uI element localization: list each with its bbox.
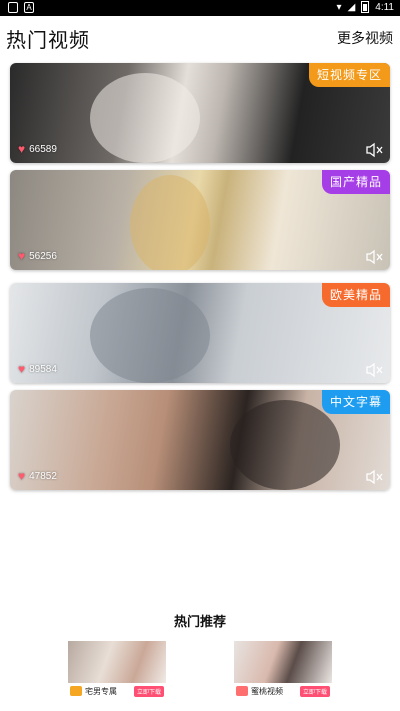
signal-icon: ◢ <box>347 1 356 13</box>
app-banner-image <box>234 641 332 683</box>
like-count: ♥ 47852 <box>18 470 57 482</box>
video-card-chinese-sub[interactable]: 中文字幕 ♥ 47852 <box>10 390 390 490</box>
thumbnail-figure <box>130 175 210 270</box>
like-count-value: 89584 <box>29 363 57 375</box>
like-count-value: 47852 <box>29 470 57 482</box>
app-banner-footer: 蜜桃视频 立即下载 <box>234 683 332 699</box>
video-card-western[interactable]: 欧美精品 ♥ 89584 <box>10 283 390 383</box>
mute-icon[interactable] <box>366 362 384 378</box>
heart-icon: ♥ <box>18 362 26 376</box>
like-count: ♥ 66589 <box>18 143 57 155</box>
recommend-app-ad[interactable]: 宅男专属 立即下载 <box>68 641 166 699</box>
mute-icon[interactable] <box>366 142 384 158</box>
thumbnail-figure <box>230 400 340 490</box>
mute-icon[interactable] <box>366 469 384 485</box>
download-button[interactable]: 立即下载 <box>133 685 164 697</box>
like-count: ♥ 89584 <box>18 363 57 375</box>
thumbnail-figure <box>90 288 210 383</box>
video-card-short[interactable]: 短视频专区 ♥ 66589 <box>10 63 390 163</box>
app-banner-footer: 宅男专属 立即下载 <box>68 683 166 699</box>
thumbnail-figure <box>90 73 200 163</box>
video-card-domestic[interactable]: 国产精品 ♥ 56256 <box>10 170 390 270</box>
heart-icon: ♥ <box>18 142 26 156</box>
battery-icon <box>361 1 370 13</box>
page-title: 热门视频 <box>6 28 90 52</box>
mute-icon[interactable] <box>366 249 384 265</box>
app-banner-image <box>68 641 166 683</box>
recommend-title: 热门推荐 <box>173 615 226 630</box>
heart-icon: ♥ <box>18 469 26 483</box>
recommend-app-ad[interactable]: 蜜桃视频 立即下载 <box>234 641 332 699</box>
app-notification-icon: A <box>24 2 34 13</box>
app-name: 宅男专属 <box>85 686 117 696</box>
like-count-value: 56256 <box>29 250 57 262</box>
status-right-icons: ▾ ◢ 4:11 <box>337 1 394 13</box>
status-bar: A ▾ ◢ 4:11 <box>0 0 400 16</box>
category-tag: 国产精品 <box>321 170 390 194</box>
like-count: ♥ 56256 <box>18 250 57 262</box>
app-logo-icon <box>70 686 82 696</box>
like-count-value: 66589 <box>29 143 57 155</box>
gallery-notification-icon <box>8 2 18 13</box>
download-button[interactable]: 立即下载 <box>299 685 330 697</box>
status-time: 4:11 <box>375 1 394 13</box>
category-tag: 中文字幕 <box>321 390 390 414</box>
status-left-icons: A <box>8 2 34 13</box>
category-tag: 短视频专区 <box>308 63 390 87</box>
app-logo-icon <box>236 686 248 696</box>
heart-icon: ♥ <box>18 249 26 263</box>
category-tag: 欧美精品 <box>321 283 390 307</box>
wifi-icon: ▾ <box>336 1 342 13</box>
more-videos-link[interactable]: 更多视频 <box>337 28 393 48</box>
app-name: 蜜桃视频 <box>251 686 283 696</box>
header: 热门视频 更多视频 <box>0 16 400 60</box>
